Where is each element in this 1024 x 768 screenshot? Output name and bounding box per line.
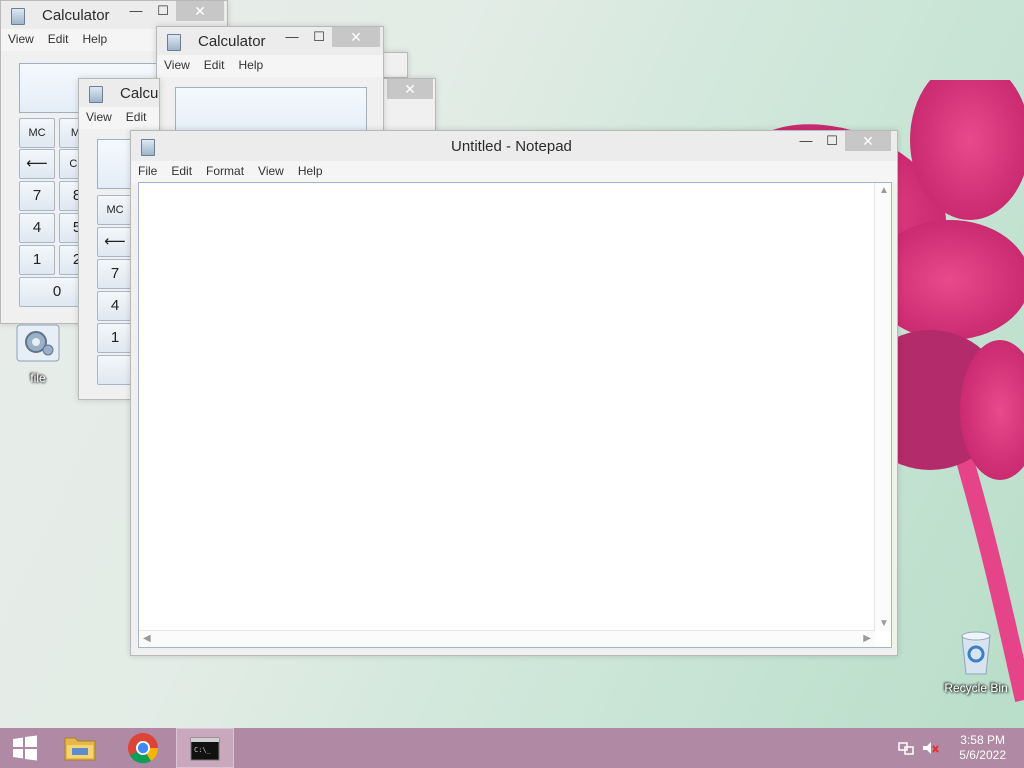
start-button[interactable] [0, 728, 50, 768]
minimize-button[interactable]: — [793, 131, 819, 151]
notepad-titlebar[interactable]: Untitled - Notepad — ☐ ✕ [131, 131, 897, 161]
menu-bar: File Edit Format View Help [131, 161, 897, 183]
calculator-display [175, 87, 367, 135]
menu-view[interactable]: View [251, 161, 291, 178]
minimize-button[interactable]: — [278, 27, 306, 47]
scroll-up-arrow-icon[interactable]: ▲ [879, 185, 889, 196]
clock-time: 3:58 PM [960, 733, 1005, 747]
desktop-icon-file[interactable]: file [12, 324, 64, 385]
window-title: Calculator [198, 33, 266, 50]
desktop-icon-label: file [30, 371, 46, 385]
taskbar-chrome[interactable] [114, 728, 170, 768]
maximize-button[interactable]: ☐ [306, 27, 332, 47]
scroll-left-arrow-icon[interactable]: ◀ [143, 633, 151, 644]
notepad-icon [141, 139, 155, 156]
scroll-down-arrow-icon[interactable]: ▼ [879, 618, 889, 629]
menu-edit[interactable]: Edit [119, 107, 154, 124]
minimize-button[interactable]: — [122, 1, 150, 21]
menu-view[interactable]: View [157, 55, 197, 72]
menu-format[interactable]: Format [199, 161, 251, 178]
menu-help[interactable]: Help [231, 55, 270, 72]
calculator-icon [11, 8, 25, 25]
maximize-button[interactable]: ☐ [819, 131, 845, 151]
calculator-titlebar[interactable]: Calcu [79, 79, 159, 107]
notepad-window[interactable]: Untitled - Notepad — ☐ ✕ File Edit Format V… [130, 130, 898, 656]
svg-text:C:\_: C:\_ [194, 746, 212, 754]
calculator-window-hidden-2[interactable]: ✕ [380, 78, 436, 132]
maximize-button[interactable]: ☐ [150, 1, 176, 21]
digit-4-button[interactable]: 4 [97, 291, 133, 321]
text-editor-area[interactable]: ▲ ▼ ◀ ▶ [138, 182, 892, 648]
digit-7-button[interactable]: 7 [19, 181, 55, 211]
desktop-icon-recycle-bin[interactable]: Recycle Bin [940, 630, 1012, 695]
digit-7-button[interactable]: 7 [97, 259, 133, 289]
mc-button[interactable]: MC [97, 195, 133, 225]
backspace-button[interactable]: ⟵ [97, 227, 133, 257]
menu-bar: View Edit [79, 107, 159, 129]
digit-1-button[interactable]: 1 [19, 245, 55, 275]
chrome-icon [128, 733, 159, 764]
menu-help[interactable]: Help [291, 161, 330, 178]
digit-1-button[interactable]: 1 [97, 323, 133, 353]
menu-edit[interactable]: Edit [164, 161, 199, 178]
folder-icon [64, 737, 96, 761]
calculator-icon [89, 86, 103, 103]
vertical-scrollbar[interactable]: ▲ ▼ [874, 183, 891, 631]
close-button[interactable]: ✕ [176, 1, 224, 21]
menu-view[interactable]: View [79, 107, 119, 124]
cmd-icon: C:\_ [190, 737, 220, 761]
taskbar-file-explorer[interactable] [52, 728, 108, 768]
horizontal-scrollbar[interactable]: ◀ ▶ [139, 630, 875, 647]
recycle-bin-icon [961, 631, 991, 675]
calculator-window-2[interactable]: Calculator — ☐ ✕ View Edit Help [156, 26, 384, 135]
menu-file[interactable]: File [131, 161, 164, 178]
desktop-icon-label: Recycle Bin [944, 681, 1008, 695]
menu-view[interactable]: View [1, 29, 41, 46]
calc-button[interactable] [97, 355, 133, 385]
calculator-icon [167, 34, 181, 51]
menu-edit[interactable]: Edit [197, 55, 232, 72]
taskbar-command-prompt[interactable]: C:\_ [176, 728, 234, 768]
menu-edit[interactable]: Edit [41, 29, 76, 46]
window-title: Calculator [42, 7, 110, 24]
calculator-titlebar[interactable]: Calculator — ☐ ✕ [1, 1, 227, 29]
digit-4-button[interactable]: 4 [19, 213, 55, 243]
menu-help[interactable]: Help [75, 29, 114, 46]
scroll-right-arrow-icon[interactable]: ▶ [863, 633, 871, 644]
calculator-titlebar[interactable]: Calculator — ☐ ✕ [157, 27, 383, 55]
clock-date: 5/6/2022 [959, 748, 1006, 762]
speaker-muted-icon[interactable] [922, 740, 940, 756]
network-icon[interactable] [898, 740, 914, 756]
backspace-button[interactable]: ⟵ [19, 149, 55, 179]
mc-button[interactable]: MC [19, 118, 55, 148]
taskbar-clock[interactable]: 3:58 PM 5/6/2022 [959, 733, 1006, 763]
taskbar: C:\_ 3:58 PM 5/6/2022 [0, 728, 1024, 768]
settings-gear-icon [16, 324, 60, 362]
window-title: Calcu [120, 85, 159, 102]
close-button[interactable]: ✕ [845, 131, 891, 151]
close-button[interactable]: ✕ [332, 27, 380, 47]
windows-logo-icon [13, 735, 37, 761]
menu-bar: View Edit Help [157, 55, 383, 77]
close-button[interactable]: ✕ [387, 79, 433, 99]
window-title: Untitled - Notepad [451, 138, 572, 155]
